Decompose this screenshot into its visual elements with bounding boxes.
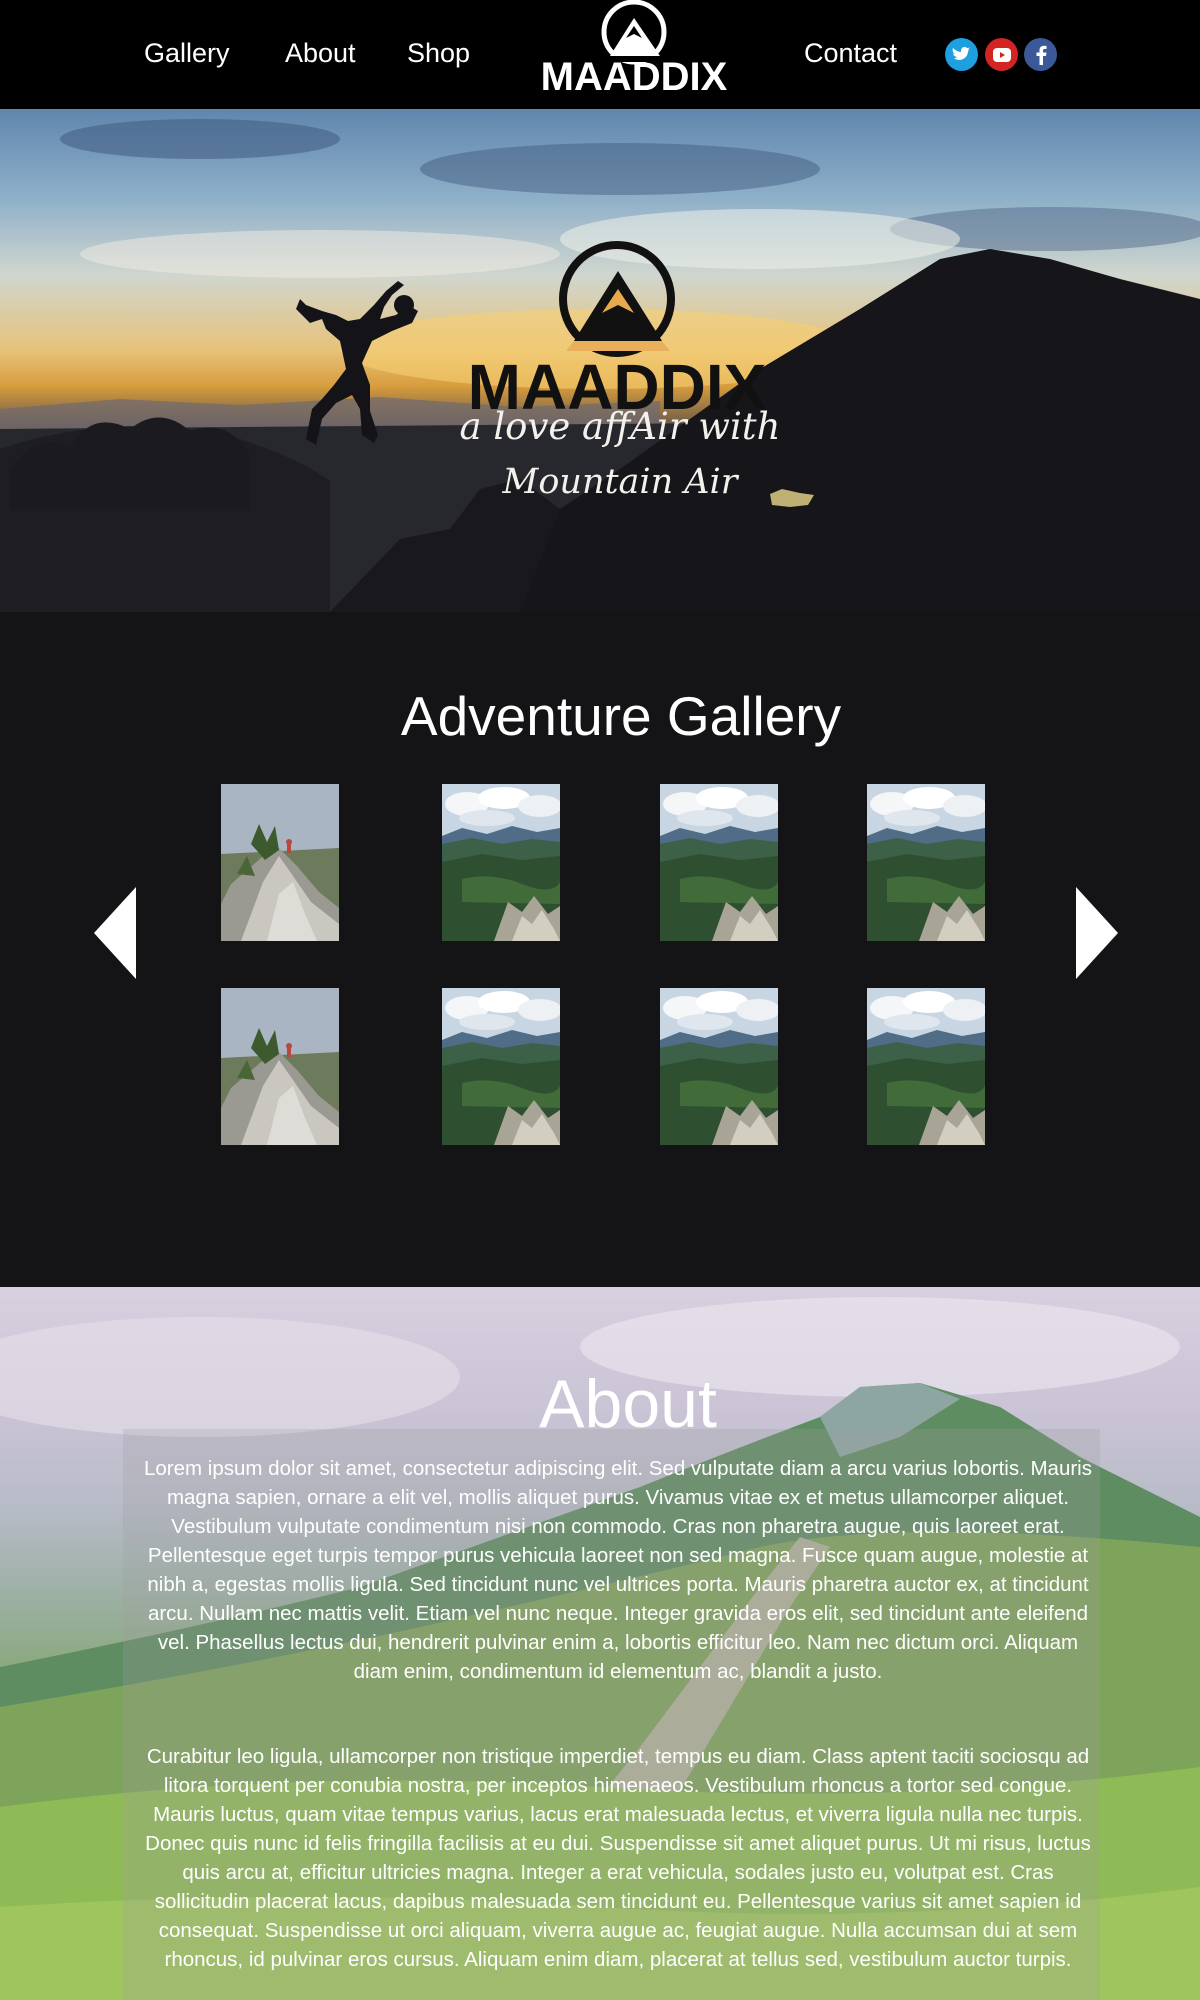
hero-banner: MAADDIX a love affAir with Mountain Air [0,109,1200,612]
gallery-thumbnail[interactable] [221,784,339,941]
twitter-icon[interactable] [945,38,978,71]
hero-logo: MAADDIX [468,241,767,423]
gallery-thumbnail[interactable] [442,784,560,941]
nav-shop-link[interactable]: Shop [407,38,470,69]
gallery-thumbnail[interactable] [867,988,985,1145]
nav-about-link[interactable]: About [285,38,356,69]
top-navbar: Gallery About Shop MAADDIX Contact [0,0,1200,109]
nav-contact-link[interactable]: Contact [804,38,897,69]
hero-brand-text: MAADDIX [470,351,765,411]
adventure-gallery-section: Adventure Gallery [0,612,1200,1287]
gallery-thumbnail[interactable] [442,988,560,1145]
gallery-thumbnail[interactable] [867,784,985,941]
youtube-icon[interactable] [985,38,1018,71]
about-section: About Lorem ipsum dolor sit amet, consec… [0,1287,1200,2000]
gallery-prev-arrow-icon[interactable] [94,887,138,979]
hero-tagline-line1: a love affAir with [459,405,781,448]
hero-tagline-line2: Mountain Air [502,462,738,502]
gallery-thumbnail[interactable] [660,988,778,1145]
brand-logo[interactable]: MAADDIX [540,0,728,100]
gallery-next-arrow-icon[interactable] [1074,887,1118,979]
gallery-thumbnail[interactable] [221,988,339,1145]
brand-logo-text: MAADDIX [541,55,728,99]
about-paragraph-2: Curabitur leo ligula, ullamcorper non tr… [145,1745,1091,1971]
about-paragraph-1: Lorem ipsum dolor sit amet, consectetur … [144,1457,1092,1683]
facebook-icon[interactable] [1024,38,1057,71]
gallery-title: Adventure Gallery [400,685,842,747]
gallery-thumbnail[interactable] [660,784,778,941]
nav-gallery-link[interactable]: Gallery [144,38,230,69]
